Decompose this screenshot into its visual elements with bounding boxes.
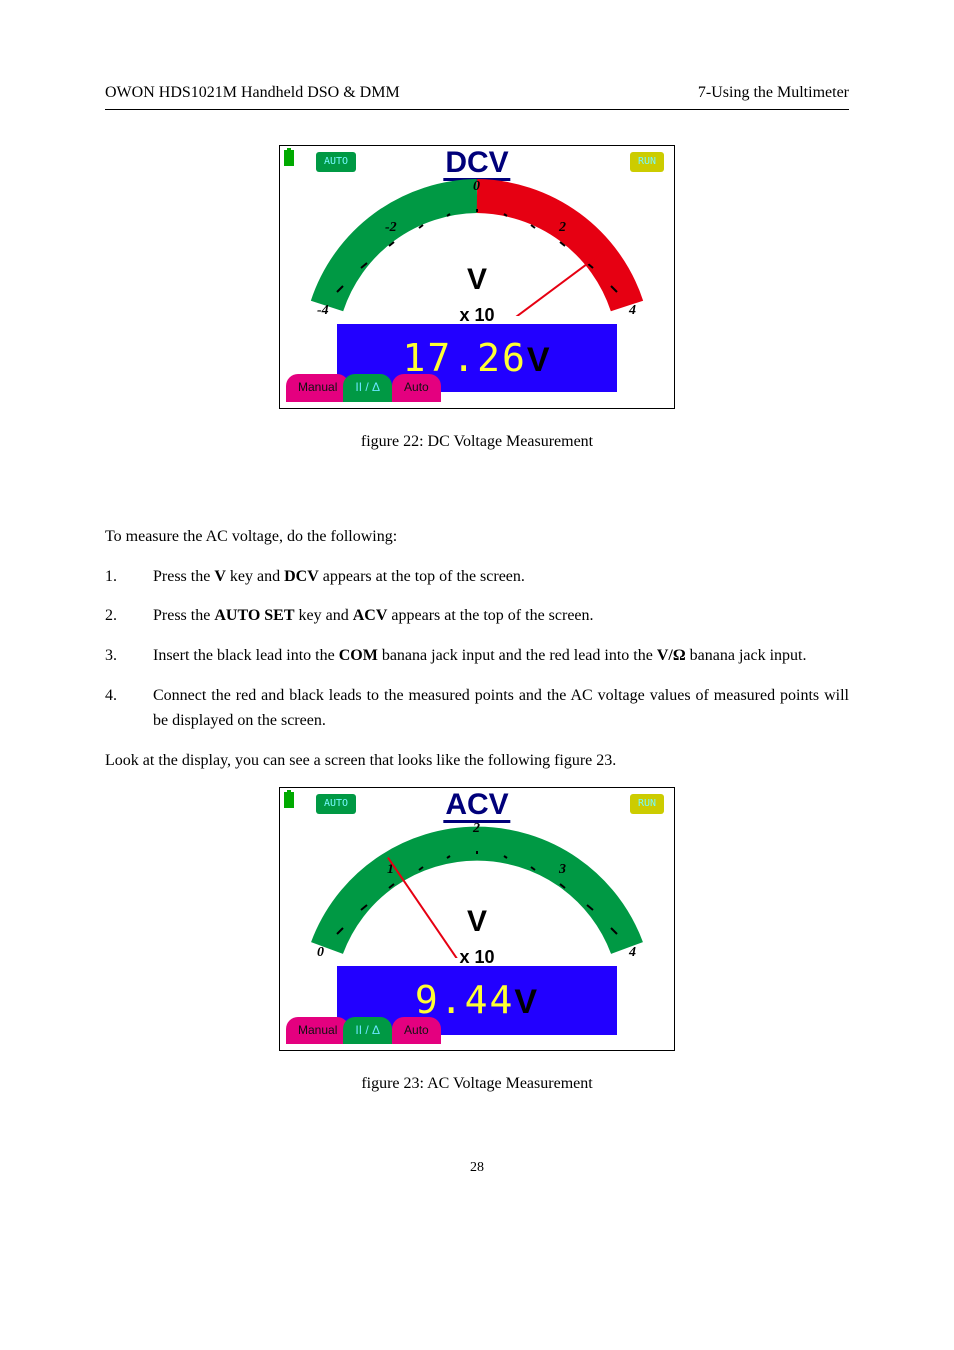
- tab-manual[interactable]: Manual: [286, 374, 349, 401]
- step-text: Connect the red and black leads to the m…: [153, 683, 849, 734]
- run-badge: RUN: [630, 152, 664, 172]
- svg-text:0: 0: [473, 179, 480, 194]
- figure-22-caption: figure 22: DC Voltage Measurement: [105, 429, 849, 455]
- list-item: 1. Press the V key and DCV appears at th…: [105, 564, 849, 590]
- step-text: Press the AUTO SET key and ACV appears a…: [153, 603, 849, 629]
- auto-badge: AUTO: [316, 152, 356, 172]
- svg-text:2: 2: [472, 821, 480, 836]
- auto-badge: AUTO: [316, 794, 356, 814]
- page-number: 28: [105, 1157, 849, 1179]
- tab-delta[interactable]: II / Δ: [343, 374, 392, 401]
- svg-text:-2: -2: [385, 220, 397, 235]
- unit-symbol: V: [467, 256, 487, 304]
- header-left: OWON HDS1021M Handheld DSO & DMM: [105, 80, 400, 106]
- figure-22: AUTO RUN DCV -4: [105, 145, 849, 409]
- readout-unit: V: [514, 983, 539, 1021]
- svg-text:4: 4: [628, 303, 636, 316]
- page-header: OWON HDS1021M Handheld DSO & DMM 7-Using…: [105, 80, 849, 110]
- svg-text:2: 2: [558, 220, 566, 235]
- svg-text:4: 4: [628, 945, 636, 958]
- figure-23: AUTO RUN ACV 0 1: [105, 787, 849, 1051]
- tabs-row: Manual II / Δ Auto: [286, 374, 441, 401]
- tab-delta[interactable]: II / Δ: [343, 1017, 392, 1044]
- readout-value: 17.26: [402, 336, 526, 380]
- readout-unit: V: [527, 341, 552, 379]
- step-number: 3.: [105, 643, 153, 669]
- svg-text:-4: -4: [317, 303, 329, 316]
- step-text: Press the V key and DCV appears at the t…: [153, 564, 849, 590]
- figure-23-caption: figure 23: AC Voltage Measurement: [105, 1071, 849, 1097]
- run-badge: RUN: [630, 794, 664, 814]
- page: OWON HDS1021M Handheld DSO & DMM 7-Using…: [0, 0, 954, 1239]
- dmm-display-acv: AUTO RUN ACV 0 1: [279, 787, 675, 1051]
- readout-value: 9.44: [415, 978, 515, 1022]
- svg-text:0: 0: [317, 945, 324, 958]
- step-number: 1.: [105, 564, 153, 590]
- battery-icon: [284, 792, 294, 808]
- list-item: 3. Insert the black lead into the COM ba…: [105, 643, 849, 669]
- step-number: 2.: [105, 603, 153, 629]
- tab-auto[interactable]: Auto: [392, 1017, 441, 1044]
- intro-paragraph: To measure the AC voltage, do the follow…: [105, 524, 849, 550]
- svg-text:3: 3: [558, 862, 566, 877]
- battery-icon: [284, 150, 294, 166]
- tab-auto[interactable]: Auto: [392, 374, 441, 401]
- header-right: 7-Using the Multimeter: [698, 80, 849, 106]
- tab-manual[interactable]: Manual: [286, 1017, 349, 1044]
- tabs-row: Manual II / Δ Auto: [286, 1017, 441, 1044]
- unit-symbol: V: [467, 898, 487, 946]
- body-paragraph: Look at the display, you can see a scree…: [105, 748, 849, 774]
- steps-list: 1. Press the V key and DCV appears at th…: [105, 564, 849, 734]
- list-item: 2. Press the AUTO SET key and ACV appear…: [105, 603, 849, 629]
- step-number: 4.: [105, 683, 153, 734]
- list-item: 4. Connect the red and black leads to th…: [105, 683, 849, 734]
- step-text: Insert the black lead into the COM banan…: [153, 643, 849, 669]
- dmm-display-dcv: AUTO RUN DCV -4: [279, 145, 675, 409]
